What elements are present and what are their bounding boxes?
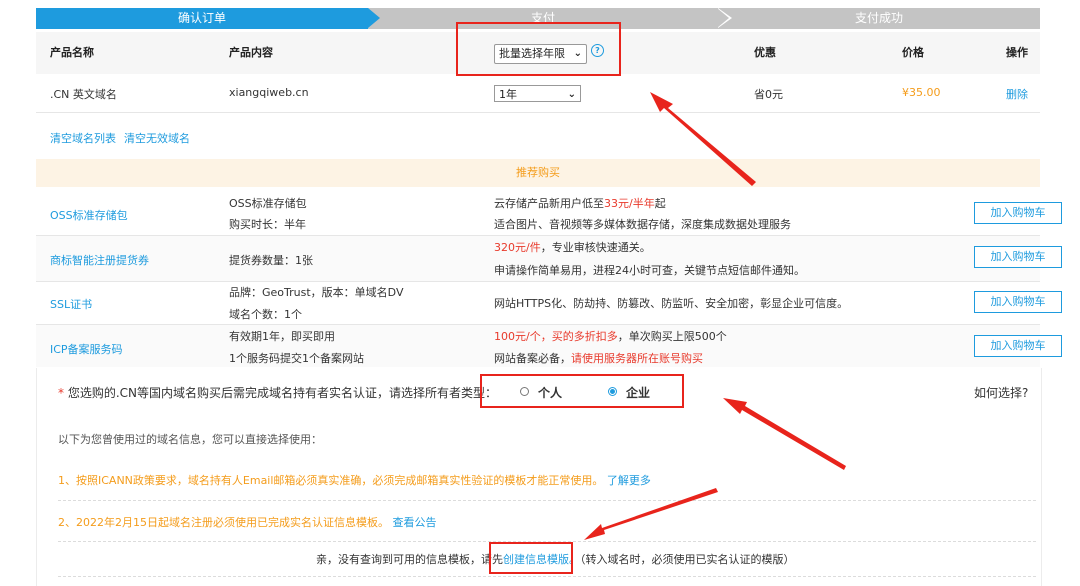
col-product-name: 产品名称 — [50, 46, 94, 59]
recommend-row-trademark: 商标智能注册提货券 提货券数量：1张 320元/件，专业审核快速通关。 申请操作… — [36, 236, 1062, 282]
recommend-desc: 适合图片、音视频等多媒体数据存储，深度集成数据处理服务 — [494, 218, 791, 231]
recommend-desc: 100元/个，买的多折扣多，单次购买上限500个 — [494, 330, 727, 343]
dashed-divider — [58, 576, 1036, 577]
year-select-value: 1年 — [499, 88, 517, 101]
recommend-content: OSS标准存储包 — [229, 197, 307, 210]
clear-list-link[interactable]: 清空域名列表 — [50, 130, 116, 146]
step-payment-success: 支付成功 — [718, 8, 1040, 29]
annotation-box-batch-select — [456, 22, 621, 76]
add-to-cart-button[interactable]: 加入购物车 — [974, 202, 1062, 224]
icann-note: 1、按照ICANN政策要求，域名持有人Email邮箱必须真实准确，必须完成邮箱真… — [58, 474, 651, 487]
recommend-name[interactable]: ICP备案服务码 — [50, 341, 123, 357]
dashed-divider — [58, 500, 1036, 501]
recommend-row-oss: OSS标准存储包 OSS标准存储包 购买时长：半年 云存储产品新用户低至33元/… — [36, 189, 1062, 235]
recommend-desc: 云存储产品新用户低至33元/半年起 — [494, 197, 666, 210]
add-to-cart-button[interactable]: 加入购物车 — [974, 246, 1062, 268]
recommend-header: 推荐购买 — [36, 159, 1040, 187]
add-to-cart-button[interactable]: 加入购物车 — [974, 291, 1062, 313]
realname-note: 2、2022年2月15日起域名注册必须使用已完成实名认证信息模板。 查看公告 — [58, 516, 437, 529]
recommend-content: 1个服务码提交1个备案网站 — [229, 352, 364, 365]
recommend-name[interactable]: 商标智能注册提货券 — [50, 252, 149, 268]
order-row: .CN 英文域名 xiangqiweb.cn 1年 ⌄ 省0元 ¥35.00 删… — [36, 74, 1040, 112]
recommend-desc: 申请操作简单易用，进程24小时可查，关键节点短信邮件通知。 — [494, 264, 805, 277]
product-name: .CN 英文域名 — [50, 88, 117, 101]
annotation-box-create-template — [489, 542, 573, 574]
add-to-cart-button[interactable]: 加入购物车 — [974, 335, 1062, 357]
clear-invalid-link[interactable]: 清空无效域名 — [124, 130, 190, 146]
step-arrow-icon — [717, 8, 729, 28]
recommend-name[interactable]: SSL证书 — [50, 296, 92, 312]
owner-notice: * 您选购的.CN等国内域名购买后需完成域名持有者实名认证，请选择所有者类型： — [58, 386, 498, 400]
col-discount: 优惠 — [754, 46, 776, 59]
recommend-name[interactable]: OSS标准存储包 — [50, 207, 128, 223]
recommend-warning: 请使用服务器所在账号购买 — [571, 352, 703, 365]
step-arrow-icon — [368, 8, 380, 28]
step-confirm-order: 确认订单 — [36, 8, 368, 29]
recommend-content: 有效期1年，即买即用 — [229, 330, 335, 343]
col-product-content: 产品内容 — [229, 46, 273, 59]
learn-more-link[interactable]: 了解更多 — [607, 474, 651, 487]
divider — [36, 112, 1040, 113]
delete-link[interactable]: 删除 — [1006, 86, 1028, 102]
recommend-content: 提货券数量：1张 — [229, 254, 313, 267]
how-to-choose-link[interactable]: 如何选择? — [974, 384, 1028, 401]
recommend-desc: 网站HTTPS化、防劫持、防篡改、防监听、安全加密，彰显企业可信度。 — [494, 297, 849, 310]
required-star: * — [58, 386, 64, 400]
annotation-box-owner-type — [480, 374, 684, 408]
recommend-row-icp: ICP备案服务码 有效期1年，即买即用 1个服务码提交1个备案网站 100元/个… — [36, 325, 1062, 367]
price-value: ¥35.00 — [902, 86, 941, 99]
col-action: 操作 — [1006, 46, 1028, 59]
recommend-row-ssl: SSL证书 品牌：GeoTrust，版本：单域名DV 域名个数：1个 网站HTT… — [36, 282, 1062, 328]
view-notice-link[interactable]: 查看公告 — [393, 516, 437, 529]
used-info-text: 以下为您曾使用过的域名信息，您可以直接选择使用： — [58, 433, 322, 446]
discount-value: 省0元 — [754, 88, 783, 101]
col-price: 价格 — [902, 46, 924, 59]
recommend-content: 域名个数：1个 — [229, 308, 302, 321]
year-select[interactable]: 1年 ⌄ — [494, 85, 581, 102]
recommend-desc: 320元/件，专业审核快速通关。 — [494, 241, 651, 254]
chevron-down-icon: ⌄ — [567, 89, 576, 100]
product-content: xiangqiweb.cn — [229, 86, 309, 99]
recommend-content: 购买时长：半年 — [229, 218, 306, 231]
recommend-desc: 网站备案必备，请使用服务器所在账号购买 — [494, 352, 703, 365]
recommend-price-highlight: 320元/件 — [494, 241, 541, 254]
recommend-price-highlight: 100元/个，买的多折扣多 — [494, 330, 618, 343]
recommend-price-highlight: 33元/半年 — [604, 197, 655, 210]
recommend-content: 品牌：GeoTrust，版本：单域名DV — [229, 286, 404, 299]
